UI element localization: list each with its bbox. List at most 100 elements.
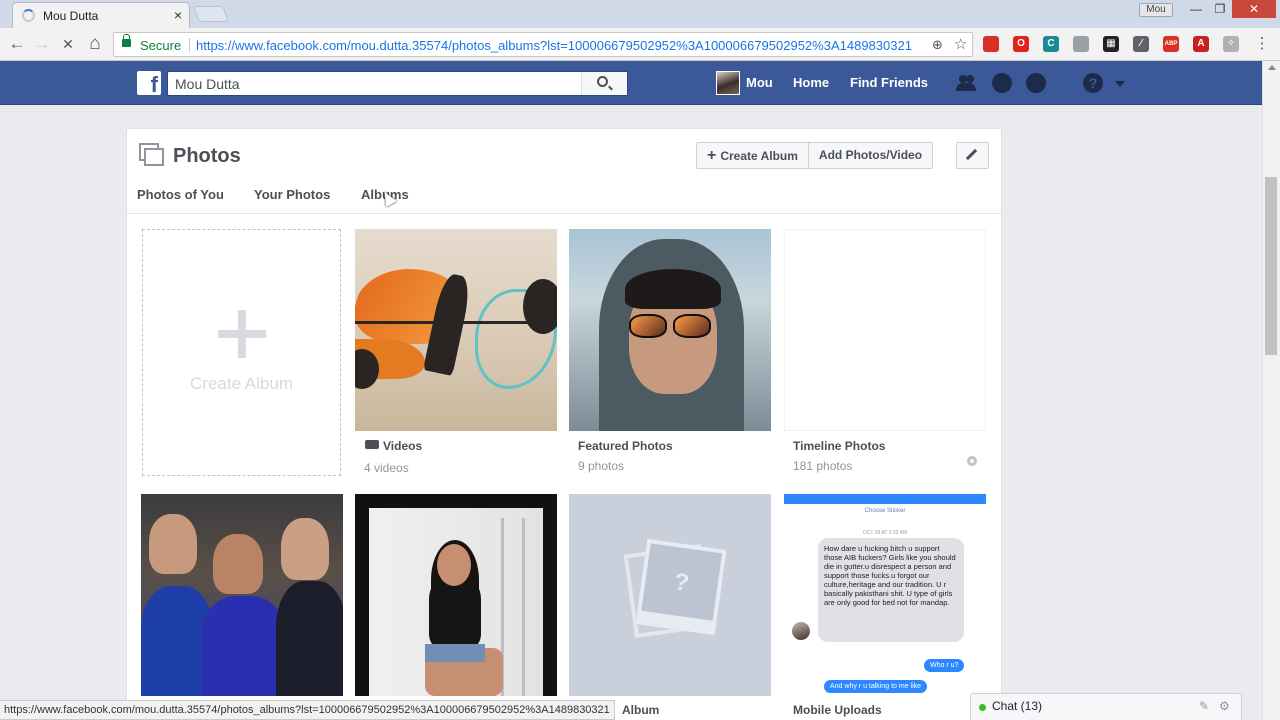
pdf-extension-icon[interactable]: A	[1193, 36, 1209, 52]
facebook-search-button[interactable]	[581, 72, 627, 95]
tab-your-photos[interactable]: Your Photos	[254, 187, 330, 202]
tab-title: Mou Dutta	[43, 9, 99, 23]
help-icon[interactable]: ?	[1083, 73, 1103, 93]
facebook-header: f Mou Home Find Friends ?	[0, 61, 1262, 105]
facebook-logo-icon[interactable]: f	[137, 71, 161, 95]
notifications-globe-icon[interactable]	[1026, 73, 1046, 93]
album-cover-group-photo[interactable]	[141, 494, 343, 696]
album-tile-profile-pictures[interactable]	[355, 494, 557, 720]
pocket-extension-icon[interactable]: ✧	[1223, 36, 1239, 52]
home-icon[interactable]: ⌂	[85, 34, 105, 54]
album-count-timeline-photos: 181 photos	[793, 459, 853, 473]
new-tab-button[interactable]	[193, 6, 229, 22]
opera-extension-icon[interactable]: O	[1013, 36, 1029, 52]
new-message-icon[interactable]: ✎	[1199, 699, 1209, 713]
friend-requests-icon[interactable]	[956, 73, 976, 93]
address-separator	[189, 38, 190, 52]
album-cover-placeholder[interactable]: ?	[569, 494, 771, 696]
tab-photos-of-you[interactable]: Photos of You	[137, 187, 224, 202]
album-name-row2[interactable]: Album	[622, 703, 659, 717]
art-shape	[201, 596, 286, 696]
create-album-button[interactable]: + Create Album	[697, 143, 808, 168]
art-shape	[276, 581, 343, 696]
album-cover-timeline-photos[interactable]	[784, 229, 986, 431]
back-arrow-icon[interactable]: ←	[7, 34, 27, 54]
create-album-label: Create Album	[720, 149, 798, 163]
art-shape	[625, 269, 721, 309]
address-bar[interactable]: Secure https://www.facebook.com/mou.dutt…	[113, 32, 973, 57]
art-shape	[673, 314, 711, 338]
chat-settings-gear-icon[interactable]: ⚙	[1219, 699, 1230, 713]
slash-extension-icon[interactable]: ⁄	[1133, 36, 1149, 52]
browser-menu-icon[interactable]: ⋮	[1252, 34, 1272, 54]
question-photo-icon: ?	[635, 538, 727, 636]
add-photos-video-button[interactable]: Add Photos/Video	[807, 143, 932, 168]
chat-sidebar-bar[interactable]: Chat (13) ✎ ⚙	[970, 693, 1242, 720]
pencil-icon	[965, 148, 978, 161]
gray-extension-icon[interactable]	[1073, 36, 1089, 52]
album-name-mobile-uploads[interactable]: Mobile Uploads	[793, 703, 882, 717]
album-cover-featured-photos[interactable]	[569, 229, 771, 431]
album-tile-featured-photos[interactable]: Featured Photos 9 photos	[569, 229, 771, 479]
art-shape	[149, 514, 197, 574]
album-tile-videos[interactable]: Videos 4 videos	[355, 229, 557, 479]
album-name-timeline-photos[interactable]: Timeline Photos	[793, 439, 885, 453]
red-square-extension-icon[interactable]	[983, 36, 999, 52]
album-cover-profile-pictures[interactable]	[355, 494, 557, 696]
album-cover-mobile-uploads[interactable]: Choose Sticker OCT 28 AT 3:10 AM How dar…	[784, 494, 986, 696]
adblock-extension-icon[interactable]: ABP	[1163, 36, 1179, 52]
scroll-thumb[interactable]	[1265, 177, 1277, 355]
window-maximize-button[interactable]: ❐	[1206, 0, 1234, 18]
nav-profile-link[interactable]: Mou	[746, 75, 773, 90]
scroll-up-arrow-icon[interactable]	[1268, 65, 1276, 70]
album-name-videos[interactable]: Videos	[383, 439, 422, 453]
forward-arrow-icon[interactable]: →	[32, 34, 52, 54]
messages-icon[interactable]	[992, 73, 1012, 93]
nav-home-link[interactable]: Home	[793, 75, 829, 90]
page-scrollbar[interactable]	[1262, 61, 1280, 720]
facebook-search	[167, 71, 628, 96]
lock-icon	[122, 34, 131, 47]
album-tile-empty[interactable]: ?	[569, 494, 771, 720]
nav-find-friends-link[interactable]: Find Friends	[850, 75, 928, 90]
photos-card: Photos + Create Album Add Photos/Video Ph…	[126, 128, 1002, 720]
album-count-featured-photos: 9 photos	[578, 459, 625, 473]
art-shape	[369, 508, 543, 696]
album-cover-videos[interactable]	[355, 229, 557, 431]
create-album-tile[interactable]: Create Album	[142, 229, 341, 476]
stop-loading-icon[interactable]: ✕	[58, 34, 78, 54]
browser-profile-button[interactable]: Mou	[1139, 3, 1173, 17]
url-path: /mou.dutta.35574/photos_albums?lst=10000…	[347, 38, 912, 53]
photo-actions: + Create Album Add Photos/Video	[696, 142, 934, 169]
bookmark-star-icon[interactable]: ☆	[954, 35, 967, 53]
create-album-tile-label: Create Album	[190, 374, 293, 393]
edit-button[interactable]	[956, 142, 989, 169]
photos-icon	[139, 143, 165, 167]
account-menu-chevron-icon[interactable]	[1115, 81, 1125, 87]
facebook-search-input[interactable]	[175, 75, 575, 93]
album-tile-timeline-photos[interactable]: Timeline Photos 181 photos	[784, 229, 986, 479]
chat-date: OCT 28 AT 3:10 AM	[862, 530, 908, 536]
window-close-button[interactable]: ✕	[1232, 0, 1276, 18]
album-tile-mobile-uploads[interactable]: Choose Sticker OCT 28 AT 3:10 AM How dar…	[784, 494, 986, 720]
secure-label: Secure	[140, 38, 182, 53]
teal-extension-icon[interactable]: C	[1043, 36, 1059, 52]
album-name-featured-photos[interactable]: Featured Photos	[578, 439, 673, 453]
tab-close-icon[interactable]: ×	[174, 7, 182, 23]
album-settings-gear-icon[interactable]	[967, 456, 977, 466]
chat-reply-bubble: And why r u talking to me like	[824, 680, 928, 693]
art-shape	[281, 518, 329, 580]
grid-extension-icon[interactable]: ▦	[1103, 36, 1119, 52]
url-host: https://www.facebook.com	[196, 38, 348, 53]
album-tile-group-photo[interactable]	[141, 494, 343, 720]
address-url[interactable]: https://www.facebook.com/mou.dutta.35574…	[196, 38, 912, 53]
browser-tab-active[interactable]: Mou Dutta ×	[12, 2, 190, 28]
chat-label: Chat (13)	[992, 699, 1043, 713]
art-shape	[629, 314, 667, 338]
plus-icon	[218, 310, 266, 358]
art-shape	[784, 494, 986, 504]
zoom-icon[interactable]: ⊕	[932, 37, 943, 53]
profile-avatar[interactable]	[716, 71, 740, 95]
art-shape	[213, 534, 263, 594]
online-status-icon	[979, 704, 986, 711]
